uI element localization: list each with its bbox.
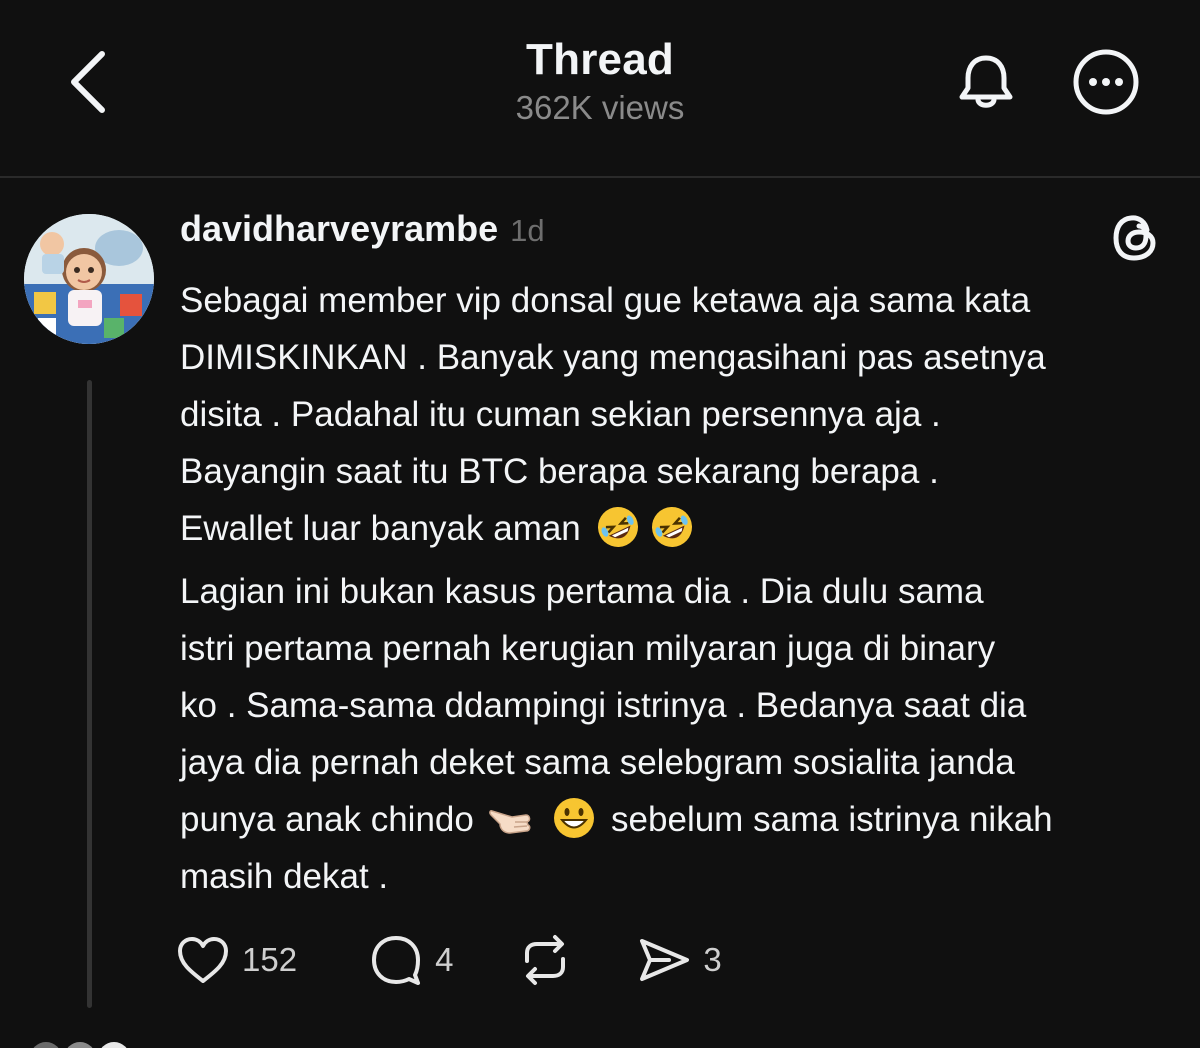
post-line: jaya dia pernah deket sama selebgram sos… <box>180 743 1015 782</box>
post-paragraph-1: Sebagai member vip donsal gue ketawa aja… <box>180 272 1180 557</box>
threads-logo-icon <box>1113 215 1156 261</box>
post-line: DIMISKINKAN . Banyak yang mengasihani pa… <box>180 338 1046 377</box>
post-time: 1d <box>510 213 545 248</box>
back-button[interactable] <box>56 44 120 120</box>
avatar-illustration <box>24 214 154 344</box>
post-line: sebelum sama istrinya nikah <box>611 800 1053 839</box>
avatar[interactable] <box>24 214 154 344</box>
post-line: disita . Padahal itu cuman sekian persen… <box>180 395 941 434</box>
share-count: 3 <box>703 941 722 978</box>
chevron-left-icon <box>71 51 105 113</box>
post-line: Ewallet luar banyak aman <box>180 509 581 548</box>
pointing-left-hand-emoji-icon <box>488 810 531 834</box>
post-paragraph-2: Lagian ini bukan kasus pertama dia . Dia… <box>180 563 1180 905</box>
like-count: 152 <box>242 941 298 978</box>
title-block: Thread 362K views <box>400 34 800 128</box>
post-actions: 152 4 3 <box>176 930 722 990</box>
like-button[interactable]: 152 <box>176 935 297 985</box>
send-icon <box>640 939 690 981</box>
reply-avatars <box>28 1036 158 1048</box>
bell-icon <box>959 55 1013 108</box>
thread-page: Thread 362K views davidharveyrambe 1d Se… <box>0 0 1200 1048</box>
header: Thread 362K views <box>0 0 1200 176</box>
rofl-emoji-icon <box>651 507 692 547</box>
post-line: Bayangin saat itu BTC berapa sekarang be… <box>180 452 939 491</box>
reply-avatars-icon <box>33 1042 127 1048</box>
reply-count: 4 <box>435 941 454 978</box>
post-line: istri pertama pernah kerugian milyaran j… <box>180 629 996 668</box>
rofl-emoji-icon <box>597 507 638 547</box>
username[interactable]: davidharveyrambe <box>180 208 498 250</box>
post-line: punya anak chindo <box>180 800 474 839</box>
page-title: Thread <box>526 35 674 84</box>
views-count: 362K views <box>515 89 685 126</box>
post-line: Sebagai member vip donsal gue ketawa aja… <box>180 281 1031 320</box>
share-button[interactable]: 3 <box>637 935 722 985</box>
reply-button[interactable]: 4 <box>369 933 453 987</box>
repost-icon <box>525 935 566 985</box>
post-header: davidharveyrambe 1d <box>180 208 545 256</box>
threads-logo-button[interactable] <box>1110 212 1162 264</box>
comment-icon <box>372 936 421 985</box>
post-line: Lagian ini bukan kasus pertama dia . Dia… <box>180 572 984 611</box>
heart-icon <box>178 937 228 983</box>
header-divider <box>0 176 1200 178</box>
repost-button[interactable] <box>517 933 573 987</box>
post-line: ko . Sama-sama ddampingi istrinya . Beda… <box>180 686 1027 725</box>
post-body: Sebagai member vip donsal gue ketawa aja… <box>180 272 1180 905</box>
grinning-face-emoji-icon <box>554 798 595 838</box>
more-button[interactable] <box>1068 44 1144 120</box>
more-icon <box>1073 49 1139 115</box>
notifications-button[interactable] <box>950 44 1022 120</box>
post-line: masih dekat . <box>180 857 389 896</box>
thread-line <box>87 380 92 1008</box>
